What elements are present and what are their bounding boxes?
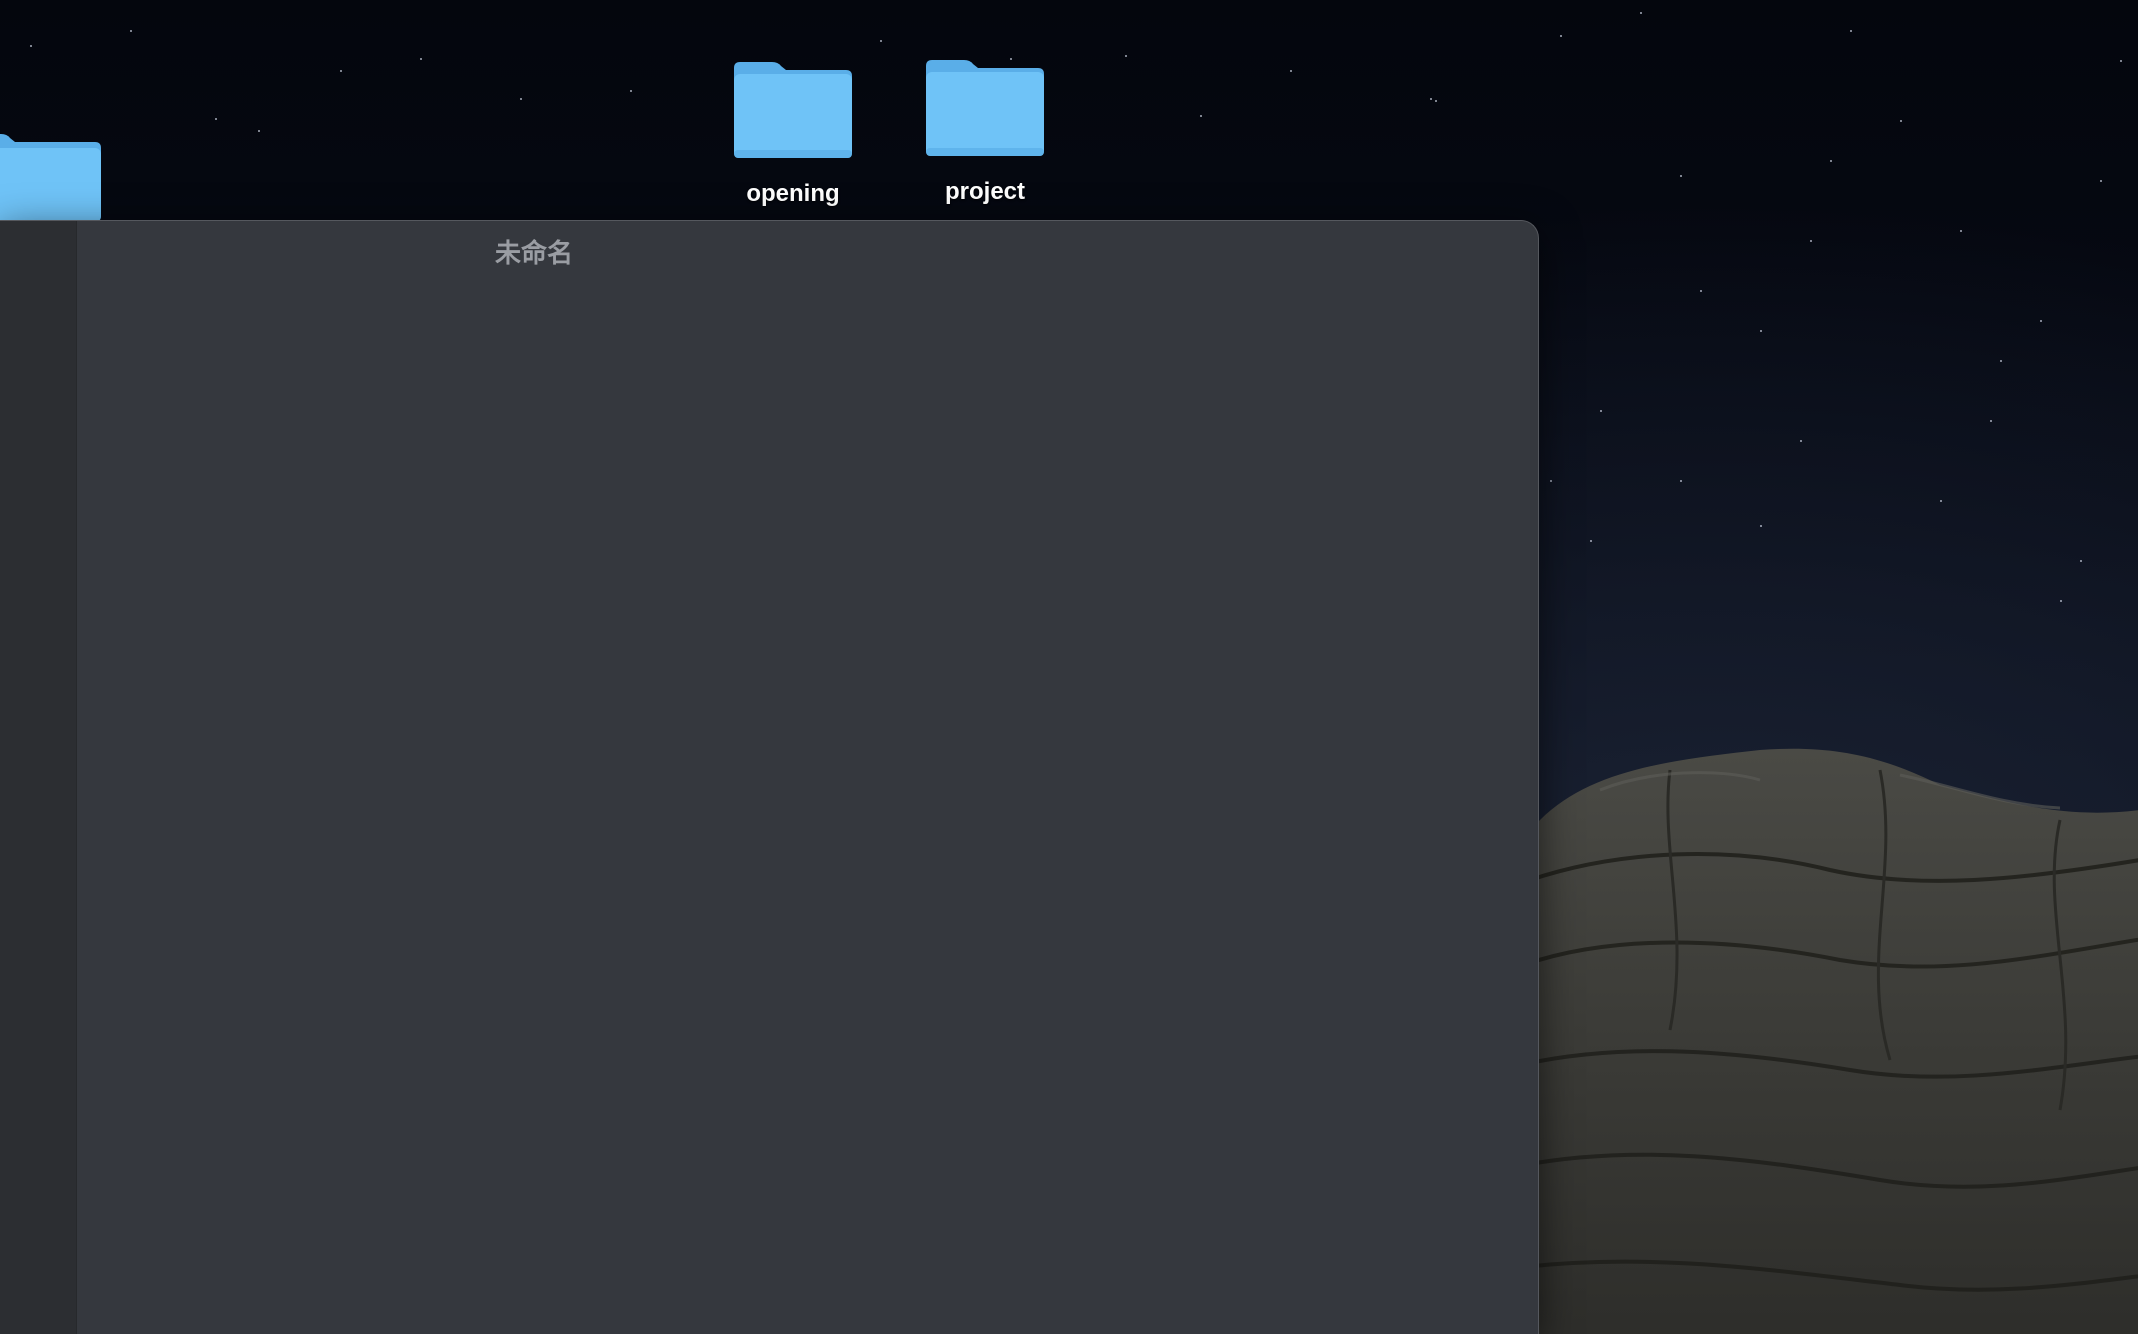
desktop-folder-unnamed[interactable] [0, 132, 105, 222]
desktop-folder-opening[interactable]: opening [718, 60, 868, 208]
folder-label: opening [746, 180, 840, 207]
document-content-area[interactable] [77, 273, 1538, 1334]
folder-icon [734, 62, 852, 158]
folder-label: project [944, 178, 1025, 205]
desktop-folder-project[interactable]: project [910, 58, 1060, 206]
folder-icon [0, 134, 101, 222]
sidebar [0, 221, 77, 1334]
app-window: 未命名 [0, 220, 1539, 1334]
folder-icon [926, 60, 1044, 156]
rock-formation [1500, 748, 2138, 1334]
title-bar[interactable]: 未命名 [0, 221, 1538, 273]
desktop: opening project 未命名 [0, 0, 2138, 1334]
window-title: 未命名 [495, 239, 574, 269]
